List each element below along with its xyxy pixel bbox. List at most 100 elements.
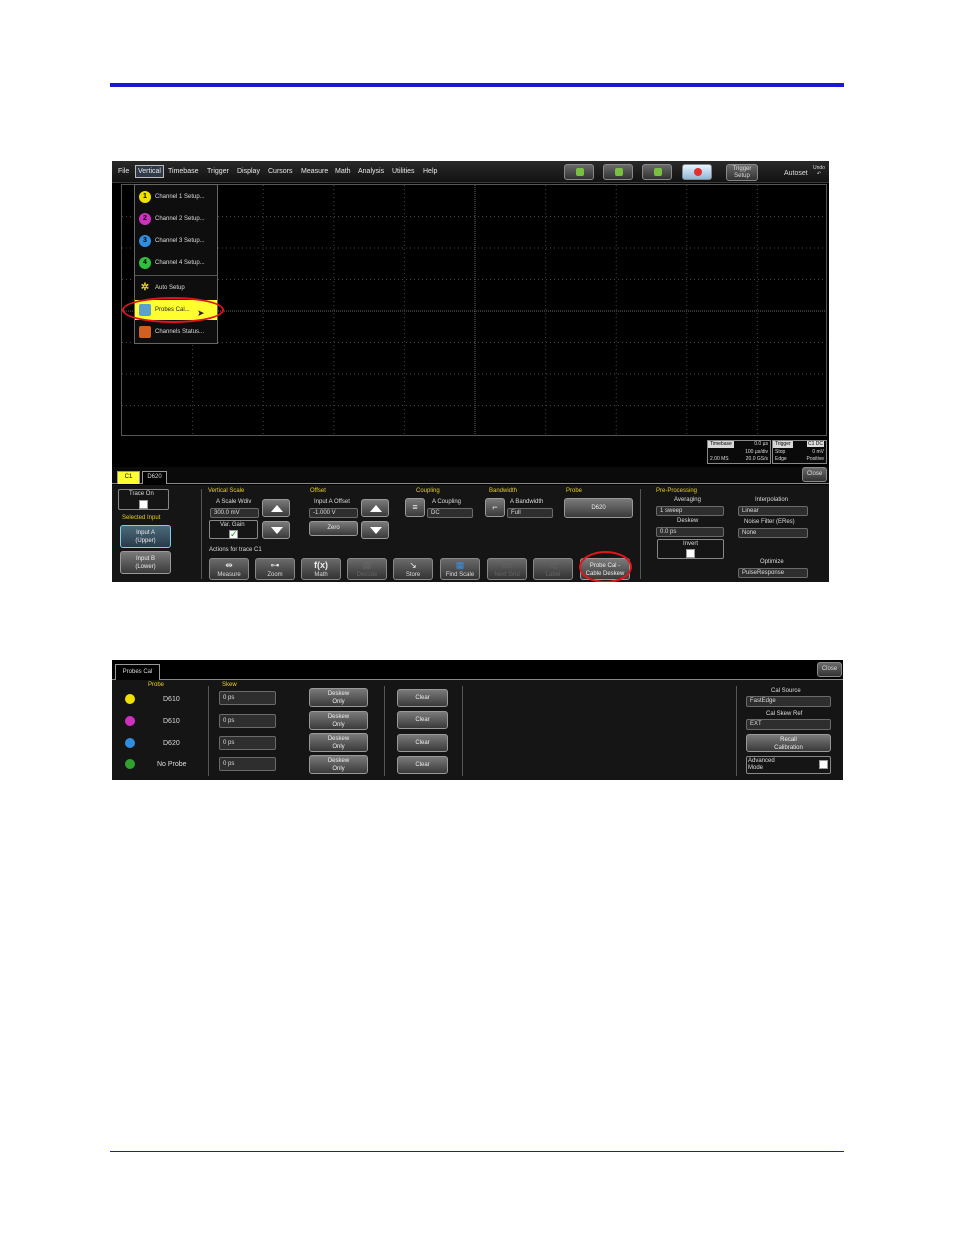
tab-d620[interactable]: D620 (142, 471, 167, 484)
channel-1-icon: 1 (139, 191, 151, 203)
single-trigger-button[interactable] (642, 164, 672, 180)
menu-channel-1-setup[interactable]: 1 Channel 1 Setup... (135, 187, 217, 207)
a-bandwidth-field[interactable]: Full (507, 508, 553, 518)
vertical-scale-label: Vertical Scale (208, 488, 245, 494)
advanced-mode-checkbox[interactable] (819, 760, 828, 769)
recall-calibration-button[interactable]: Recall Calibration (746, 734, 831, 752)
auto-icon-button[interactable] (564, 164, 594, 180)
input-b-button[interactable]: Input B (Lower) (120, 551, 171, 574)
trigger-slope: Positive (806, 456, 824, 462)
close-button[interactable]: Close (817, 662, 842, 677)
coupling-button[interactable]: ≡ (405, 498, 425, 517)
channel-1-clear-button[interactable]: Clear (397, 689, 448, 707)
math-button[interactable]: f(x) Math (301, 558, 341, 580)
channel-3-deskew-only-button[interactable]: Deskew Only (309, 733, 368, 752)
menu-channels-status[interactable]: Channels Status... (135, 322, 217, 342)
menu-channel-2-setup[interactable]: 2 Channel 2 Setup... (135, 209, 217, 229)
offset-label: Offset (310, 488, 326, 494)
channel-2-skew-field[interactable]: 0 ps (219, 714, 276, 728)
grid-lines (122, 185, 828, 437)
find-scale-button[interactable]: ▦ Find Scale (440, 558, 480, 580)
deskew-label: Deskew (677, 518, 699, 524)
channel-4-clear-button[interactable]: Clear (397, 756, 448, 774)
deskew-field[interactable]: 0.0 ps (656, 527, 724, 537)
channel-2-clear-button[interactable]: Clear (397, 711, 448, 729)
menu-math[interactable]: Math (335, 168, 351, 175)
normal-trigger-button[interactable] (603, 164, 633, 180)
channel-3-icon (125, 738, 135, 748)
a-scale-field[interactable]: 300.0 mV (210, 508, 259, 518)
menu-file[interactable]: File (118, 168, 129, 175)
channel-4-skew-field[interactable]: 0 ps (219, 757, 276, 771)
menu-utilities[interactable]: Utilities (392, 168, 415, 175)
noise-filter-field[interactable]: None (738, 528, 808, 538)
menu-measure[interactable]: Measure (301, 168, 328, 175)
label-button[interactable]: ◁ Label (533, 558, 573, 580)
cal-source-field[interactable]: FastEdge (746, 696, 831, 707)
menu-analysis[interactable]: Analysis (358, 168, 384, 175)
scale-down-button[interactable] (262, 521, 290, 539)
offset-up-button[interactable] (361, 499, 389, 517)
decode-label: Decode (356, 572, 378, 578)
interpolation-field[interactable]: Linear (738, 506, 808, 516)
measure-button[interactable]: ⇹ Measure (209, 558, 249, 580)
channel-2-deskew-only-button[interactable]: Deskew Only (309, 711, 368, 730)
menu-display[interactable]: Display (237, 168, 260, 175)
cal-skew-ref-field[interactable]: EXT (746, 719, 831, 730)
divider (462, 686, 463, 776)
divider (208, 686, 209, 776)
tab-c1[interactable]: C1 (117, 471, 140, 484)
channel-4-deskew-only-button[interactable]: Deskew Only (309, 755, 368, 774)
invert-checkbox[interactable] (686, 549, 695, 558)
menu-vertical[interactable]: Vertical (135, 165, 164, 178)
channel-1-deskew-only-button[interactable]: Deskew Only (309, 688, 368, 707)
decode-button[interactable]: ▤ Decode (347, 558, 387, 580)
stop-icon (694, 168, 702, 176)
trace-on-checkbox[interactable] (139, 500, 148, 509)
menu-timebase[interactable]: Timebase (168, 168, 198, 175)
undo-button[interactable]: Undo ↶ (813, 165, 825, 177)
averaging-label: Averaging (674, 497, 701, 503)
input-a-offset-field[interactable]: -1.000 V (309, 508, 358, 518)
stop-button[interactable] (682, 164, 712, 180)
bandwidth-label: Bandwidth (489, 488, 518, 494)
menu-help[interactable]: Help (423, 168, 437, 175)
averaging-field[interactable]: 1 sweep (656, 506, 724, 516)
noise-filter-label: Noise Filter (ERes) (744, 519, 795, 525)
invert-label: Invert (683, 541, 699, 547)
bandwidth-button[interactable]: ⌐ (485, 498, 505, 517)
trigger-setup-button[interactable]: Trigger Setup (726, 164, 758, 181)
timebase-descriptor[interactable]: Timebase 0.0 µs 100 µs/div 2.00 MS 20.0 G… (707, 440, 771, 464)
channel-1-skew-field[interactable]: 0 ps (219, 691, 276, 705)
probe-d620-button[interactable]: D620 (564, 498, 633, 518)
trigger-level: 0 mV (812, 449, 824, 455)
trigger-descriptor[interactable]: Trigger C1 DC Stop 0 mV Edge Positive (772, 440, 827, 464)
skew-column-header: Skew (222, 682, 237, 688)
channel-3-setup-label: Channel 3 Setup... (155, 238, 205, 244)
menu-channel-3-setup[interactable]: 3 Channel 3 Setup... (135, 231, 217, 251)
menu-trigger[interactable]: Trigger (207, 168, 229, 175)
menu-channel-4-setup[interactable]: 4 Channel 4 Setup... (135, 253, 217, 273)
menu-auto-setup[interactable]: ✲ Auto Setup (135, 278, 217, 298)
tab-probes-cal[interactable]: Probes Cal (115, 664, 160, 680)
store-label: Store (405, 572, 421, 578)
timebase-samples: 2.00 MS (710, 456, 729, 462)
offset-down-button[interactable] (361, 521, 389, 539)
menu-cursors[interactable]: Cursors (268, 168, 293, 175)
zero-button[interactable]: Zero (309, 521, 358, 536)
var-gain-checkbox[interactable] (229, 529, 238, 540)
autoset-button[interactable]: Autoset (784, 170, 808, 177)
measure-icon: ⇹ (225, 560, 233, 570)
probes-cal-screenshot: Probes Cal Close Probe Skew D610 0 ps De… (112, 660, 843, 780)
a-coupling-field[interactable]: DC (427, 508, 473, 518)
zoom-button[interactable]: ⊶ Zoom (255, 558, 295, 580)
optimize-field[interactable]: PulseResponse (738, 568, 808, 578)
scale-up-button[interactable] (262, 499, 290, 517)
store-button[interactable]: ↘ Store (393, 558, 433, 580)
channel-3-clear-button[interactable]: Clear (397, 734, 448, 752)
close-button[interactable]: Close (802, 467, 827, 482)
input-a-button[interactable]: Input A (Upper) (120, 525, 171, 548)
channel-3-skew-field[interactable]: 0 ps (219, 736, 276, 750)
waveform-grid[interactable] (121, 184, 828, 437)
next-grid-button[interactable]: ▭ Next Grid (487, 558, 527, 580)
